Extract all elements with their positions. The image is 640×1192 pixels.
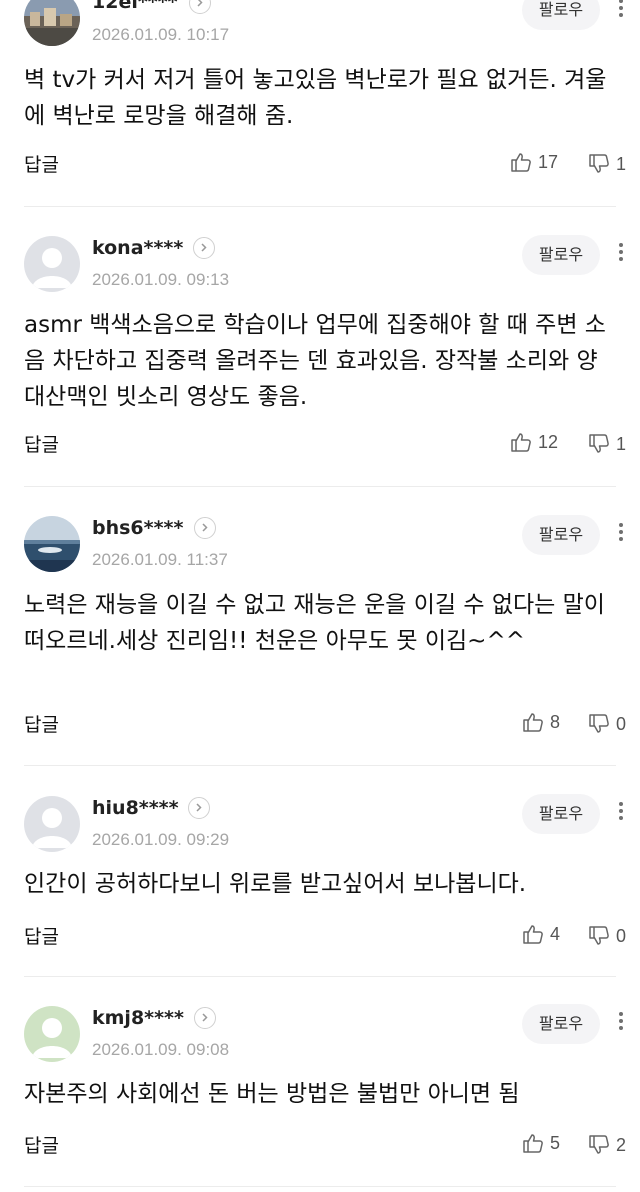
username[interactable]: kona****	[92, 237, 183, 259]
divider	[24, 1186, 616, 1187]
dislike-button[interactable]: 1	[588, 430, 626, 458]
comment-text: 벽 tv가 커서 저거 틀어 놓고있음 벽난로가 필요 없거든. 겨울에 벽난로…	[24, 67, 607, 129]
username[interactable]: hiu8****	[92, 797, 179, 819]
username[interactable]: 12el****	[92, 0, 178, 13]
follow-button[interactable]: 팔로우	[522, 794, 600, 834]
timestamp: 2026.01.09. 09:08	[92, 1040, 230, 1059]
dislike-count: 1	[616, 153, 627, 174]
like-count: 17	[538, 151, 559, 172]
reply-button[interactable]: 답글	[24, 1131, 59, 1158]
dislike-count: 2	[616, 1134, 627, 1155]
follow-button[interactable]: 팔로우	[522, 0, 600, 30]
avatar[interactable]	[24, 0, 80, 46]
thumbs-up-icon	[511, 153, 531, 172]
reply-button[interactable]: 답글	[24, 922, 59, 949]
comment-text: 인간이 공허하다보니 위로를 받고싶어서 보나봅니다.	[24, 871, 527, 897]
thumbs-up-icon	[523, 713, 543, 732]
follow-button[interactable]: 팔로우	[522, 515, 600, 555]
reply-button[interactable]: 답글	[24, 710, 59, 737]
avatar[interactable]	[24, 236, 80, 292]
divider	[24, 206, 616, 207]
reply-button[interactable]: 답글	[24, 430, 59, 457]
like-button[interactable]: 4	[522, 920, 560, 948]
like-button[interactable]: 12	[510, 428, 558, 456]
timestamp: 2026.01.09. 09:13	[92, 270, 230, 289]
thumbs-down-icon	[589, 714, 609, 733]
chevron-right-icon[interactable]	[194, 1007, 216, 1029]
avatar[interactable]	[24, 796, 80, 852]
dislike-button[interactable]: 0	[588, 710, 626, 738]
username[interactable]: kmj8****	[92, 1007, 184, 1029]
avatar[interactable]	[24, 516, 80, 572]
comment-text: 노력은 재능을 이길 수 없고 재능은 운을 이길 수 없다는 말이 떠오르네.…	[24, 592, 605, 654]
like-count: 12	[538, 431, 559, 452]
thumbs-down-icon	[589, 1135, 609, 1154]
follow-button[interactable]: 팔로우	[522, 1004, 600, 1044]
avatar[interactable]	[24, 1006, 80, 1062]
chevron-right-icon[interactable]	[189, 0, 211, 14]
username[interactable]: bhs6****	[92, 517, 183, 539]
chevron-right-icon[interactable]	[193, 237, 215, 259]
timestamp: 2026.01.09. 10:17	[92, 25, 230, 44]
dislike-button[interactable]: 0	[588, 922, 626, 950]
more-options-icon[interactable]	[614, 799, 628, 825]
thumbs-down-icon	[589, 154, 609, 173]
divider	[24, 976, 616, 977]
reply-button[interactable]: 답글	[24, 150, 59, 177]
dislike-button[interactable]: 2	[588, 1131, 626, 1159]
thumbs-down-icon	[589, 926, 609, 945]
thumbs-up-icon	[523, 925, 543, 944]
thumbs-down-icon	[589, 434, 609, 453]
more-options-icon[interactable]	[614, 520, 628, 546]
comment-text: asmr 백색소음으로 학습이나 업무에 집중해야 할 때 주변 소음 차단하고…	[24, 312, 606, 410]
thumbs-up-icon	[511, 433, 531, 452]
more-options-icon[interactable]	[614, 240, 628, 266]
dislike-count: 0	[616, 925, 627, 946]
follow-button[interactable]: 팔로우	[522, 235, 600, 275]
chevron-right-icon[interactable]	[188, 797, 210, 819]
more-options-icon[interactable]	[614, 0, 628, 22]
comment-text: 자본주의 사회에선 돈 버는 방법은 불법만 아니면 됨	[24, 1081, 520, 1107]
more-options-icon[interactable]	[614, 1009, 628, 1035]
like-count: 5	[550, 1132, 561, 1153]
divider	[24, 765, 616, 766]
dislike-count: 1	[616, 433, 627, 454]
like-button[interactable]: 17	[510, 148, 558, 176]
timestamp: 2026.01.09. 09:29	[92, 830, 230, 849]
dislike-count: 0	[616, 713, 627, 734]
like-button[interactable]: 5	[522, 1129, 560, 1157]
timestamp: 2026.01.09. 11:37	[92, 550, 228, 569]
dislike-button[interactable]: 1	[588, 150, 626, 178]
like-count: 8	[550, 711, 561, 732]
divider	[24, 486, 616, 487]
thumbs-up-icon	[523, 1134, 543, 1153]
like-button[interactable]: 8	[522, 708, 560, 736]
chevron-right-icon[interactable]	[194, 517, 216, 539]
like-count: 4	[550, 923, 561, 944]
